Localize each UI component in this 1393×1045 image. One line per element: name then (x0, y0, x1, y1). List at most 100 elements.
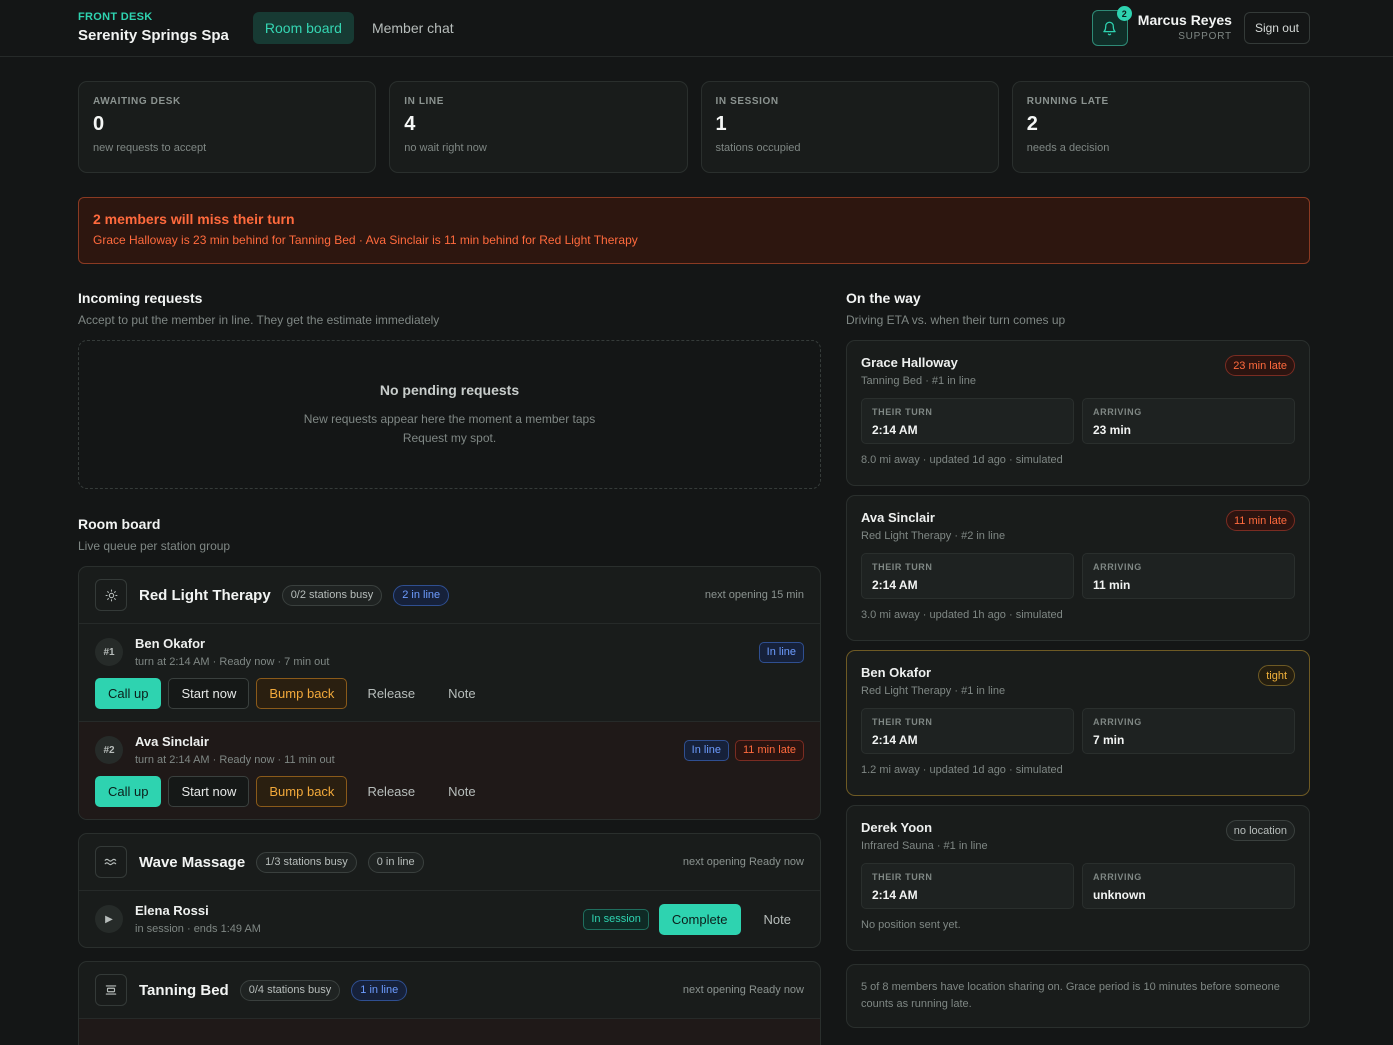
release-button[interactable]: Release (354, 776, 428, 807)
eta-footnote: 3.0 mi away · updated 1h ago · simulated (861, 609, 1063, 621)
station-group-wave-massage: Wave Massage 1/3 stations busy 0 in line… (78, 833, 821, 948)
arriving-value: 23 min (1093, 423, 1132, 437)
call-up-button[interactable]: Call up (95, 678, 162, 709)
stat-sub: needs a decision (1026, 142, 1110, 154)
their-turn-label: THEIR TURN (872, 872, 933, 882)
no-location-badge: no location (1225, 820, 1295, 841)
user-role: SUPPORT (1178, 31, 1232, 42)
arriving-box: ARRIVING 23 min (1082, 398, 1295, 444)
tab-member-chat[interactable]: Member chat (360, 12, 466, 44)
station-group-tanning-bed: Tanning Bed 0/4 stations busy 1 in line … (78, 961, 821, 1045)
stat-label: IN LINE (404, 96, 445, 107)
busy-pill: 1/3 stations busy (256, 851, 357, 873)
in-line-pill: 2 in line (393, 584, 450, 606)
eta-card: Derek Yoon Infrared Sauna · #1 in line n… (846, 805, 1310, 951)
stat-label: AWAITING DESK (93, 96, 181, 107)
stat-value: 2 (1026, 113, 1038, 135)
eta-card: Grace Halloway Tanning Bed · #1 in line … (846, 340, 1310, 486)
member-meta: in session · ends 1:49 AM (135, 923, 261, 935)
their-turn-label: THEIR TURN (872, 407, 933, 417)
busy-pill: 0/4 stations busy (239, 979, 341, 1001)
row-actions: Call up Start now Bump back Release Note (95, 678, 804, 709)
sign-out-button[interactable]: Sign out (1243, 12, 1310, 44)
late-alert-banner: 2 members will miss their turn Grace Hal… (78, 197, 1310, 264)
busy-pill: 0/2 stations busy (281, 584, 383, 606)
user-name: Marcus Reyes (1137, 12, 1232, 28)
bump-back-button[interactable]: Bump back (256, 776, 348, 807)
call-up-button[interactable]: Call up (95, 776, 162, 807)
their-turn-box: THEIR TURN 2:14 AM (861, 863, 1074, 909)
on-the-way-title: On the way (846, 290, 921, 306)
status-badge: In line (758, 641, 804, 663)
station-group-red-light: Red Light Therapy 0/2 stations busy 2 in… (78, 566, 821, 820)
bump-back-button[interactable]: Bump back (256, 678, 348, 709)
tab-room-board[interactable]: Room board (252, 12, 354, 44)
member-meta: turn at 2:14 AM · Ready now · 7 min out (135, 656, 330, 668)
member-name: Elena Rossi (135, 903, 209, 918)
arriving-value: 11 min (1093, 578, 1131, 592)
alert-title: 2 members will miss their turn (93, 211, 295, 227)
member-name: Ben Okafor (861, 665, 932, 680)
group-header: Red Light Therapy 0/2 stations busy 2 in… (79, 567, 820, 624)
room-board-subtitle: Live queue per station group (78, 539, 231, 553)
notifications-button[interactable]: 2 (1091, 6, 1132, 46)
in-line-pill: 0 in line (367, 851, 424, 873)
left-column: Incoming requests Accept to put the memb… (78, 290, 821, 1045)
in-session-badge: In session (583, 908, 649, 930)
their-turn-box: THEIR TURN 2:14 AM (861, 553, 1074, 599)
complete-button[interactable]: Complete (658, 903, 741, 935)
brand: FRONT DESK Serenity Springs Spa (78, 11, 229, 46)
their-turn-value: 2:14 AM (872, 578, 918, 592)
arriving-value: 7 min (1093, 733, 1125, 747)
status-badge: In line (683, 739, 729, 761)
member-name: Ava Sinclair (135, 734, 209, 749)
member-sub: Tanning Bed · #1 in line (861, 375, 976, 387)
play-icon: ▶ (95, 905, 123, 933)
stat-in-session: IN SESSION 1 stations occupied (700, 81, 999, 173)
stats-row: AWAITING DESK 0 new requests to accept I… (78, 81, 1310, 173)
start-now-button[interactable]: Start now (168, 776, 250, 807)
main-nav: Room board Member chat (252, 12, 466, 44)
tight-badge: tight (1258, 665, 1295, 686)
on-the-way-subtitle: Driving ETA vs. when their turn comes up (846, 313, 1066, 327)
group-name: Tanning Bed (139, 981, 229, 999)
start-now-button[interactable]: Start now (168, 678, 250, 709)
stat-label: RUNNING LATE (1026, 96, 1109, 107)
brand-eyebrow: FRONT DESK (78, 10, 153, 23)
incoming-subtitle: Accept to put the member in line. They g… (78, 313, 440, 327)
wave-icon (95, 846, 127, 878)
member-name: Derek Yoon (861, 820, 933, 835)
next-opening: next opening Ready now (682, 856, 804, 868)
note-button[interactable]: Note (435, 776, 488, 807)
eta-card: Ben Okafor Red Light Therapy · #1 in lin… (846, 650, 1310, 796)
member-name: Ben Okafor (135, 636, 206, 651)
note-button[interactable]: Note (435, 678, 488, 709)
stat-sub: stations occupied (715, 142, 801, 154)
stat-awaiting-desk: AWAITING DESK 0 new requests to accept (78, 81, 377, 173)
arriving-label: ARRIVING (1093, 872, 1142, 882)
member-name: Ava Sinclair (861, 510, 935, 525)
group-header: Tanning Bed 0/4 stations busy 1 in line … (79, 962, 820, 1019)
queue-row (79, 1019, 820, 1045)
note-button[interactable]: Note (751, 904, 804, 935)
their-turn-label: THEIR TURN (872, 562, 933, 572)
stat-label: IN SESSION (715, 96, 779, 107)
their-turn-label: THEIR TURN (872, 717, 933, 727)
member-sub: Red Light Therapy · #1 in line (861, 685, 1006, 697)
spa-name: Serenity Springs Spa (78, 26, 229, 44)
member-sub: Red Light Therapy · #2 in line (861, 530, 1006, 542)
eta-card: Ava Sinclair Red Light Therapy · #2 in l… (846, 495, 1310, 641)
late-badge: 23 min late (1225, 355, 1295, 376)
their-turn-box: THEIR TURN 2:14 AM (861, 708, 1074, 754)
their-turn-value: 2:14 AM (872, 733, 918, 747)
session-row: ▶ Elena Rossi in session · ends 1:49 AM … (79, 891, 820, 947)
incoming-empty-state: No pending requests New requests appear … (78, 340, 821, 489)
eta-footnote: 8.0 mi away · updated 1d ago · simulated (861, 454, 1063, 466)
next-opening: next opening 15 min (704, 589, 804, 601)
stat-value: 4 (404, 113, 416, 135)
member-meta: turn at 2:14 AM · Ready now · 11 min out (135, 754, 335, 766)
eta-footnote: 1.2 mi away · updated 1d ago · simulated (861, 764, 1063, 776)
release-button[interactable]: Release (354, 678, 428, 709)
account-area: 2 Marcus Reyes SUPPORT Sign out (1091, 6, 1310, 46)
bed-icon (95, 974, 127, 1006)
